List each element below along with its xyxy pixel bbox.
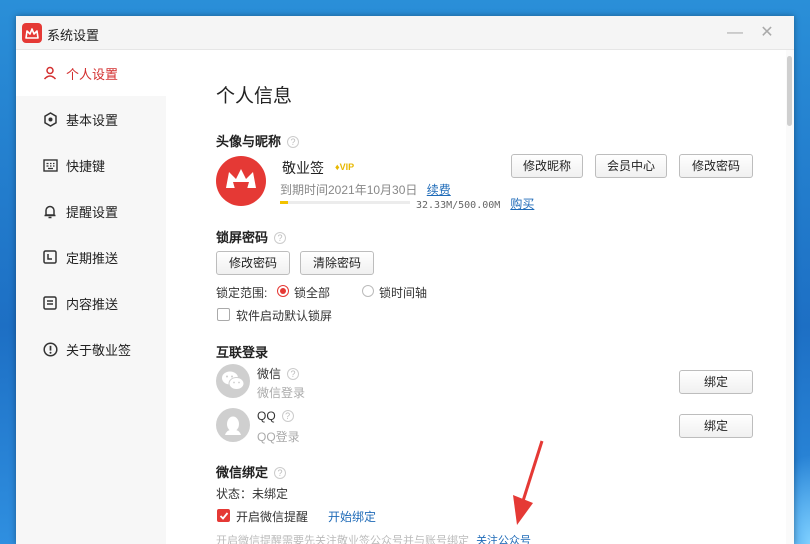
settings-icon [42,111,58,127]
startup-lock-label[interactable]: 软件启动默认锁屏 [236,307,332,324]
scrollbar[interactable] [786,50,794,544]
sidebar-item-reminders[interactable]: 提醒设置 [16,188,166,234]
startup-lock-checkbox[interactable] [217,308,230,321]
minimize-icon[interactable]: — [726,24,744,42]
lock-scope-label: 锁定范围: [216,286,268,300]
radio-lock-all-label[interactable]: 锁全部 [294,284,330,301]
window-title: 系统设置 [47,28,100,43]
help-icon[interactable]: ? [287,136,300,148]
bind-status-text: 状态：未绑定 [216,487,289,501]
sidebar-item-label: 内容推送 [66,296,119,312]
sidebar-item-label: 快捷键 [66,158,106,174]
storage-info: 32.33M/500.00M 购买 [416,197,535,211]
bell-icon [42,203,58,219]
radio-lock-timeline[interactable] [362,285,374,297]
change-password-button[interactable]: 修改密码 [679,154,753,178]
annotation-arrow-icon [513,440,544,525]
wechat-sub: 微信登录 [257,386,306,400]
wechat-reminder-label[interactable]: 开启微信提醒 [236,508,308,525]
section-title-wechat-bind: 微信绑定? [216,462,287,481]
follow-account-link[interactable]: 关注公众号 [476,535,531,544]
sidebar-item-shortcuts[interactable]: 快捷键 [16,142,166,188]
section-title-linked-login: 互联登录 [216,345,269,360]
sidebar-item-basic[interactable]: 基本设置 [16,96,166,142]
qq-sub: QQ登录 [257,430,300,444]
content-panel: 个人信息 头像与昵称? 敬业签 ♦VIP 到期时间2021年10月30日 续费 … [166,50,786,544]
sidebar-item-label: 关于敬业签 [66,342,132,358]
help-icon[interactable]: ? [274,232,287,244]
sidebar: 个人设置 基本设置 快捷键 提醒设置 定期推送 内容推送 关于敬业签 [16,50,166,544]
schedule-icon [42,249,58,265]
section-title-profile: 头像与昵称? [216,131,300,150]
qq-name: QQ? [257,409,294,423]
page-title: 个人信息 [216,86,293,107]
sidebar-item-about[interactable]: 关于敬业签 [16,326,166,372]
bind-hint: 开启微信提醒需要先关注敬业签公众号并与账号绑定 关注公众号 [216,532,531,544]
title-bar: 系统设置 — ✕ [16,16,794,50]
sidebar-item-label: 定期推送 [66,250,119,266]
settings-window: 系统设置 — ✕ 个人设置 基本设置 快捷键 提醒设置 定期推送 内容推送 关于… [16,16,794,544]
help-icon[interactable]: ? [281,410,294,422]
start-bind-link[interactable]: 开始绑定 [328,508,376,525]
clear-password-button[interactable]: 清除密码 [300,251,374,275]
qq-icon [216,408,250,442]
app-logo-icon [22,23,42,43]
nickname-text: 敬业签 [282,160,324,176]
vip-badge: ♦VIP [335,162,355,172]
edit-nickname-button[interactable]: 修改昵称 [511,154,583,178]
wechat-icon [216,364,250,398]
avatar[interactable] [216,156,266,206]
sidebar-item-label: 基本设置 [66,112,119,128]
help-icon[interactable]: ? [287,368,300,380]
bind-wechat-button[interactable]: 绑定 [679,370,753,394]
member-center-button[interactable]: 会员中心 [595,154,667,178]
info-icon [42,341,58,357]
sidebar-item-personal[interactable]: 个人设置 [16,50,166,96]
person-icon [42,65,58,81]
sidebar-item-label: 提醒设置 [66,204,119,220]
document-icon [42,295,58,311]
section-title-lock: 锁屏密码? [216,227,287,246]
sidebar-item-content-push[interactable]: 内容推送 [16,280,166,326]
scrollbar-thumb[interactable] [787,56,792,126]
sidebar-item-label: 个人设置 [66,66,119,82]
bind-qq-button[interactable]: 绑定 [679,414,753,438]
keyboard-icon [42,157,58,173]
help-icon[interactable]: ? [274,467,287,479]
buy-link[interactable]: 购买 [510,197,534,211]
sidebar-item-scheduled-push[interactable]: 定期推送 [16,234,166,280]
storage-progress-fill [280,201,289,204]
storage-progress-bar [280,201,410,204]
lock-change-password-button[interactable]: 修改密码 [216,251,290,275]
radio-lock-all[interactable] [277,285,289,297]
wechat-reminder-checkbox[interactable] [217,509,230,522]
wechat-name: 微信? [257,365,300,382]
close-icon[interactable]: ✕ [758,24,776,42]
radio-lock-timeline-label[interactable]: 锁时间轴 [379,284,427,301]
